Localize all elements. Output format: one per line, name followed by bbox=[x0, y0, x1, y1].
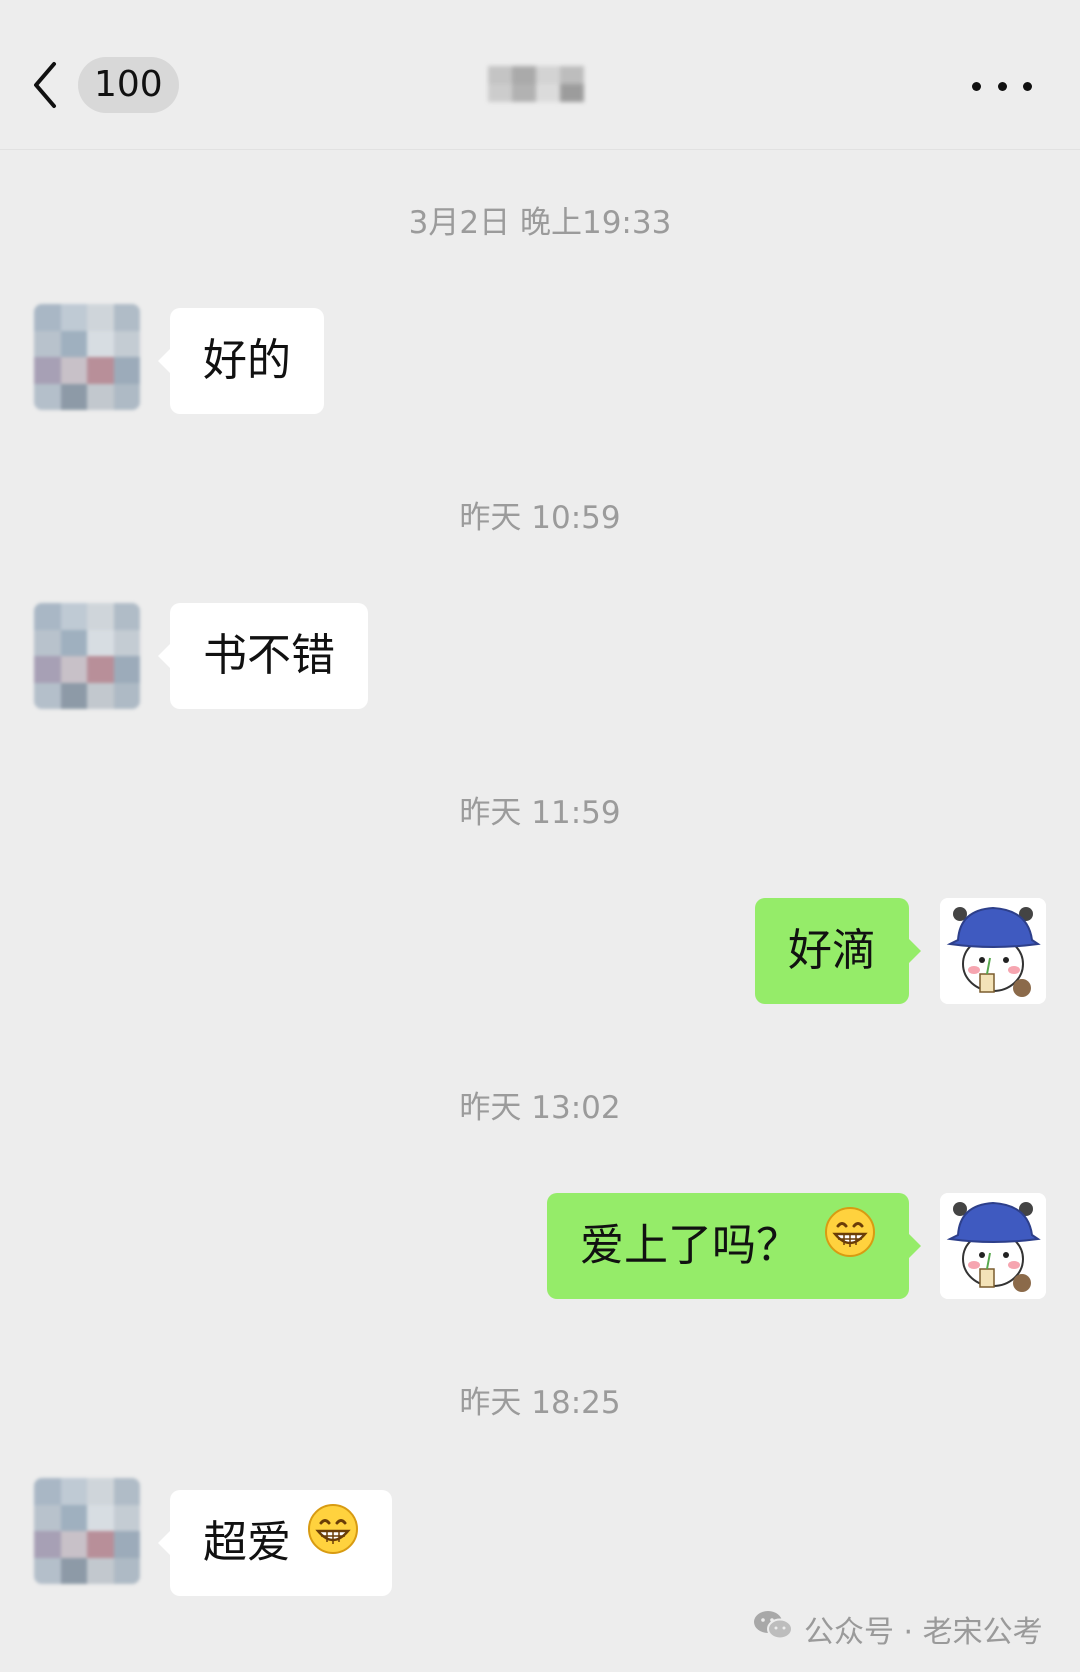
message-timestamp: 昨天 11:59 bbox=[459, 795, 621, 831]
my-avatar[interactable] bbox=[940, 898, 1046, 1004]
message-timestamp: 昨天 13:02 bbox=[459, 1090, 621, 1126]
wechat-icon bbox=[752, 1608, 804, 1650]
grin-emoji-icon bbox=[307, 1488, 359, 1594]
unread-count-badge: 100 bbox=[78, 57, 179, 113]
panda-sticker-avatar-icon bbox=[940, 1193, 1046, 1299]
grin-emoji-icon bbox=[824, 1191, 876, 1297]
chat-header: 100 bbox=[0, 0, 1080, 150]
message-bubble-sent[interactable]: 好滴 bbox=[755, 898, 921, 1004]
more-dots-icon[interactable] bbox=[972, 64, 1032, 108]
watermark-text: 公众号 · 老宋公考 bbox=[804, 1615, 1043, 1650]
panda-sticker-avatar-icon bbox=[940, 898, 1046, 1004]
contact-avatar[interactable] bbox=[34, 603, 140, 709]
my-avatar[interactable] bbox=[940, 1193, 1046, 1299]
message-text: 爱上了吗？ bbox=[580, 1220, 800, 1271]
message-timestamp: 昨天 10:59 bbox=[459, 500, 621, 536]
message-timestamp: 3月2日 晚上19:33 bbox=[408, 205, 672, 241]
message-bubble-sent[interactable]: 爱上了吗？ bbox=[547, 1191, 921, 1299]
message-text: 好的 bbox=[203, 335, 291, 386]
chat-title-redacted bbox=[488, 66, 584, 102]
watermark: 公众号 · 老宋公考 bbox=[752, 1604, 1043, 1654]
message-text: 书不错 bbox=[203, 630, 335, 681]
back-button[interactable]: 100 bbox=[30, 45, 200, 125]
message-bubble-received[interactable]: 好的 bbox=[158, 308, 324, 414]
chevron-left-icon bbox=[30, 60, 60, 110]
message-timestamp: 昨天 18:25 bbox=[459, 1385, 621, 1421]
message-text: 超爱 bbox=[203, 1517, 291, 1568]
message-bubble-received[interactable]: 书不错 bbox=[158, 603, 368, 709]
message-text: 好滴 bbox=[788, 925, 876, 976]
message-bubble-received[interactable]: 超爱 bbox=[158, 1488, 392, 1596]
contact-avatar[interactable] bbox=[34, 304, 140, 410]
contact-avatar[interactable] bbox=[34, 1478, 140, 1584]
